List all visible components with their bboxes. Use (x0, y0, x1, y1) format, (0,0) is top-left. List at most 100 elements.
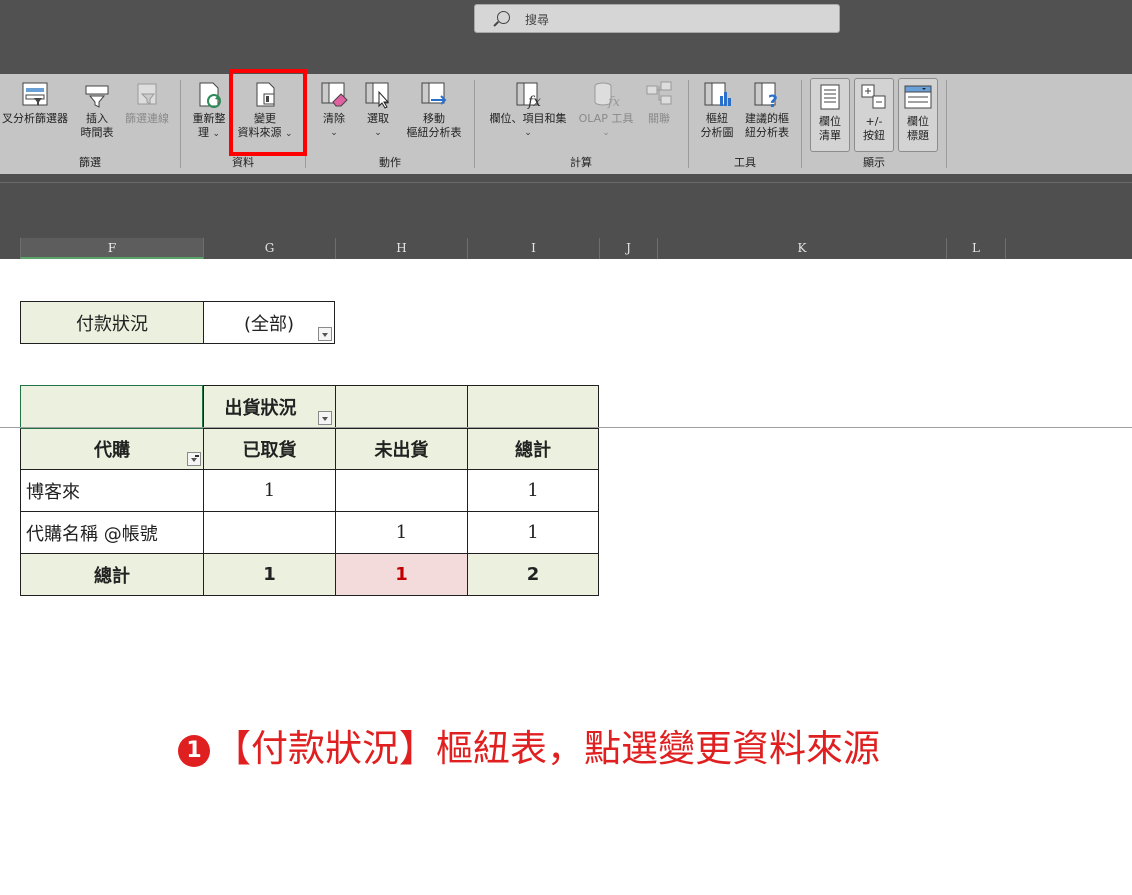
filter-dropdown-button[interactable] (318, 327, 332, 341)
divider-line (0, 427, 1132, 428)
svg-text:fx: fx (607, 95, 621, 110)
chevron-down-icon: ⌄ (212, 129, 221, 139)
value: 1 (527, 480, 539, 501)
search-icon (497, 11, 510, 24)
slicer-icon (20, 80, 50, 110)
col-header-picked[interactable]: 已取貨 (203, 428, 336, 470)
column-header-g[interactable]: G (203, 238, 335, 259)
slicer-label: 叉分析篩選器 (2, 112, 68, 125)
actions-group-label: 動作 (379, 156, 401, 169)
pivot-chart-label-1: 樞紐 (706, 112, 728, 125)
insert-timeline-button[interactable]: 插入 時間表 (76, 80, 118, 140)
separator (946, 80, 947, 168)
row-filter-dropdown-button[interactable] (187, 452, 201, 466)
filter-label-text: 付款狀況 (76, 313, 148, 335)
pivot-chart-button[interactable]: 樞紐 分析圖 (696, 80, 738, 140)
search-box[interactable]: 搜尋 (474, 4, 840, 33)
ribbon: 叉分析篩選器 插入 時間表 篩選連線 篩選 重新整 理 ⌄ 變更 資料來源 ⌄ … (0, 74, 1132, 174)
pivot-header-cell[interactable] (335, 385, 468, 429)
value-cell[interactable]: 1 (335, 511, 468, 554)
calc-group: fx 欄位、項目和集 ⌄ fx OLAP 工具 ⌄ 關聯 計算 (476, 74, 686, 174)
formula-icon: fx (513, 80, 543, 110)
data-group-label: 資料 (232, 156, 254, 169)
row-label-cell[interactable]: 代購名稱 @帳號 (20, 511, 204, 554)
clear-button[interactable]: 清除 ⌄ (313, 80, 355, 140)
total-value-cell[interactable]: 1 (203, 553, 336, 596)
value-cell[interactable] (203, 511, 336, 554)
refresh-label-1: 重新整 (192, 112, 226, 125)
refresh-icon (194, 80, 224, 110)
select-icon (363, 80, 393, 110)
svg-text:fx: fx (527, 94, 541, 110)
chevron-down-icon: ⌄ (524, 128, 532, 138)
select-button[interactable]: 選取 ⌄ (357, 80, 399, 140)
fields-items-sets-button[interactable]: fx 欄位、項目和集 ⌄ (480, 80, 576, 140)
plus-minus-icon (859, 83, 889, 113)
chevron-down-icon: ⌄ (330, 128, 338, 138)
pivot-header-cell[interactable] (467, 385, 599, 429)
filter-group: 叉分析篩選器 插入 時間表 篩選連線 篩選 (0, 74, 180, 174)
filter-connections-label: 篩選連線 (125, 112, 169, 125)
move-label-2: 樞紐分析表 (406, 126, 462, 139)
separator (688, 80, 689, 168)
col-header-label: 總計 (515, 440, 551, 461)
total-value-cell[interactable]: 2 (467, 553, 599, 596)
row-field-header[interactable]: 代購 (20, 428, 204, 470)
column-header-h[interactable]: H (335, 238, 467, 259)
column-header-j[interactable]: J (599, 238, 657, 259)
total-value-cell-highlighted[interactable]: 1 (335, 553, 468, 596)
column-header-l[interactable]: L (946, 238, 1006, 259)
value-cell[interactable]: 1 (467, 511, 599, 554)
tools-group: 樞紐 分析圖 ? 建議的樞 紐分析表 工具 (690, 74, 800, 174)
field-list-label-2: 清單 (819, 129, 841, 142)
filter-field-label[interactable]: 付款狀況 (20, 301, 204, 344)
row-label-cell[interactable]: 博客來 (20, 469, 204, 512)
recommended-label-2: 紐分析表 (745, 126, 789, 139)
field-headers-label-2: 標題 (907, 129, 929, 142)
field-list-label-1: 欄位 (819, 115, 841, 128)
col-header-total[interactable]: 總計 (467, 428, 599, 470)
field-headers-button[interactable]: 欄位 標題 (898, 78, 938, 152)
filter-value-cell[interactable]: (全部) (203, 301, 335, 344)
col-header-not-shipped[interactable]: 未出貨 (335, 428, 468, 470)
olap-label: OLAP 工具 (578, 112, 634, 125)
col-field-dropdown-button[interactable] (318, 411, 332, 425)
slicer-button[interactable]: 叉分析篩選器 (0, 80, 72, 126)
chevron-down-icon: ⌄ (602, 128, 610, 138)
pivot-chart-label-2: 分析圖 (700, 126, 734, 139)
value: 1 (527, 522, 539, 543)
filter-connections-icon (132, 80, 162, 110)
plus-minus-label-2: 按鈕 (863, 129, 885, 142)
grand-total-label: 總計 (94, 565, 130, 587)
refresh-button[interactable]: 重新整 理 ⌄ (188, 80, 230, 141)
column-header-i[interactable]: I (467, 238, 599, 259)
column-header-f[interactable]: F (20, 238, 203, 259)
col-field-header[interactable]: 出貨狀況 (203, 385, 336, 429)
total-value: 2 (526, 564, 540, 585)
column-headers: F G H I J K L (0, 238, 1132, 259)
field-list-button[interactable]: 欄位 清單 (810, 78, 850, 152)
row-label: 代購名稱 @帳號 (26, 523, 158, 545)
value-cell[interactable]: 1 (203, 469, 336, 512)
recommended-pivot-button[interactable]: ? 建議的樞 紐分析表 (740, 80, 794, 140)
show-group-label: 顯示 (863, 156, 885, 169)
relationships-button[interactable]: 關聯 (638, 80, 680, 126)
value-cell[interactable] (335, 469, 468, 512)
move-pivot-button[interactable]: 移動 樞紐分析表 (401, 80, 467, 140)
separator (180, 80, 181, 168)
filter-connections-button[interactable]: 篩選連線 (120, 80, 174, 126)
column-header-k[interactable]: K (657, 238, 946, 259)
title-bar: 搜尋 (0, 0, 1132, 74)
total-value: 1 (263, 564, 276, 585)
plus-minus-label-1: +/- (865, 115, 883, 128)
value-cell[interactable]: 1 (467, 469, 599, 512)
formula-bar-area (0, 174, 1132, 238)
row-label: 博客來 (26, 481, 80, 503)
calc-group-label: 計算 (570, 156, 592, 169)
col-header-label: 已取貨 (242, 440, 297, 461)
clear-label: 清除 (323, 112, 345, 125)
recommended-label-1: 建議的樞 (745, 112, 789, 125)
grand-total-label-cell[interactable]: 總計 (20, 553, 204, 596)
plus-minus-buttons-button[interactable]: +/- 按鈕 (854, 78, 894, 152)
olap-tools-button[interactable]: fx OLAP 工具 ⌄ (576, 80, 636, 140)
